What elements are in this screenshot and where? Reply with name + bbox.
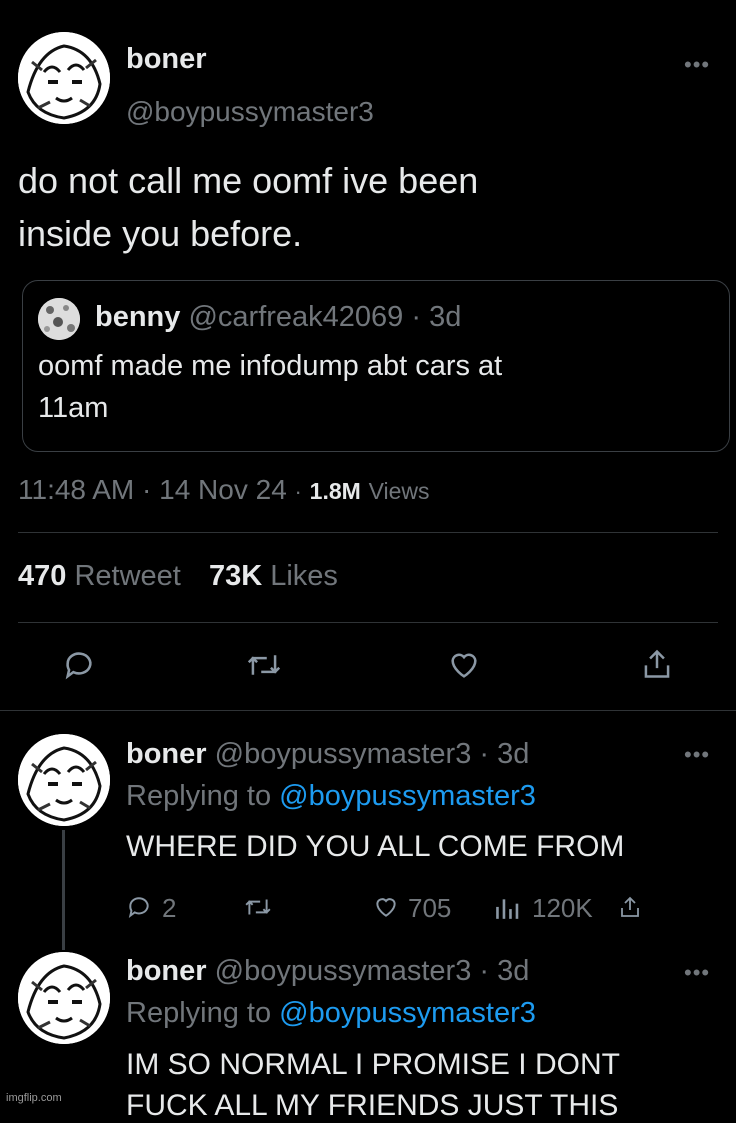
reply1-replying-to-link[interactable]: @boypussymaster3	[279, 780, 536, 812]
reply-icon[interactable]	[62, 648, 96, 682]
retweets-label[interactable]: Retweet	[74, 560, 180, 592]
reply1-handle[interactable]: @boypussymaster3	[215, 738, 472, 770]
like-icon[interactable]	[446, 648, 482, 682]
thread-line	[62, 830, 65, 950]
reply1-display-name[interactable]: boner	[126, 738, 207, 770]
reply1-replying-prefix: Replying to	[126, 780, 272, 812]
quoted-text-line1: oomf made me infodump abt cars at	[38, 350, 503, 382]
retweets-count[interactable]: 470	[18, 560, 66, 592]
reply1-share-icon[interactable]	[618, 894, 642, 920]
views-count[interactable]: 1.8M	[310, 478, 361, 504]
views-label: Views	[368, 478, 430, 504]
quoted-handle[interactable]: @carfreak42069	[188, 301, 403, 333]
quoted-display-name[interactable]: benny	[95, 301, 180, 333]
main-display-name[interactable]: boner	[126, 43, 207, 76]
reply1-avatar[interactable]	[18, 734, 110, 826]
reply2-replying-prefix: Replying to	[126, 997, 272, 1029]
likes-count[interactable]: 73K	[209, 560, 262, 592]
quoted-separator: ·	[411, 301, 422, 333]
quoted-tweet-card[interactable]: benny @carfreak42069 · 3d oomf made me i…	[22, 280, 730, 452]
tweet-text-line1: do not call me oomf ive been	[18, 160, 479, 201]
main-avatar[interactable]	[18, 32, 110, 124]
meta-separator: ·	[142, 474, 152, 505]
reply1-more-icon[interactable]: •••	[684, 744, 710, 766]
reply2-age: 3d	[497, 955, 530, 987]
reply1-like-count: 705	[408, 893, 452, 923]
reply1-reply-icon[interactable]	[126, 894, 152, 920]
more-dots-icon[interactable]: •••	[684, 54, 710, 76]
tweet-text-line2: inside you before.	[18, 213, 303, 254]
reply2-text-line2: FUCK ALL MY FRIENDS JUST THIS	[126, 1089, 619, 1122]
reply1-retweet-icon[interactable]	[244, 894, 272, 920]
reply1-age: 3d	[497, 738, 530, 770]
watermark: imgflip.com	[4, 1092, 64, 1104]
reply2-replying-to-link[interactable]: @boypussymaster3	[279, 997, 536, 1029]
quoted-age: 3d	[429, 301, 462, 333]
quoted-avatar[interactable]	[38, 298, 80, 340]
retweet-icon[interactable]	[246, 648, 282, 682]
divider-2	[18, 622, 718, 623]
reply1-separator: ·	[479, 738, 490, 770]
reply1-like-icon[interactable]	[372, 894, 400, 920]
reply1-reply-count: 2	[162, 893, 177, 923]
reply2-handle[interactable]: @boypussymaster3	[215, 955, 472, 987]
share-icon[interactable]	[640, 646, 674, 682]
main-handle[interactable]: @boypussymaster3	[126, 96, 374, 128]
reply1-text: WHERE DID YOU ALL COME FROM	[126, 830, 625, 863]
likes-label[interactable]: Likes	[270, 560, 338, 592]
reply1-view-count: 120K	[532, 893, 593, 923]
quoted-text-line2: 11am	[38, 392, 109, 424]
tweet-date[interactable]: 14 Nov 24	[159, 474, 287, 505]
reply2-display-name[interactable]: boner	[126, 955, 207, 987]
section-divider	[0, 710, 736, 711]
reply2-separator: ·	[479, 955, 490, 987]
meta-separator-2: ·	[294, 479, 302, 504]
divider-1	[18, 532, 718, 533]
reply1-views-icon[interactable]	[494, 896, 520, 920]
tweet-time[interactable]: 11:48 AM	[18, 474, 134, 505]
reply2-text-line1: IM SO NORMAL I PROMISE I DONT	[126, 1048, 620, 1081]
reply2-more-icon[interactable]: •••	[684, 962, 710, 984]
reply2-avatar[interactable]	[18, 952, 110, 1044]
